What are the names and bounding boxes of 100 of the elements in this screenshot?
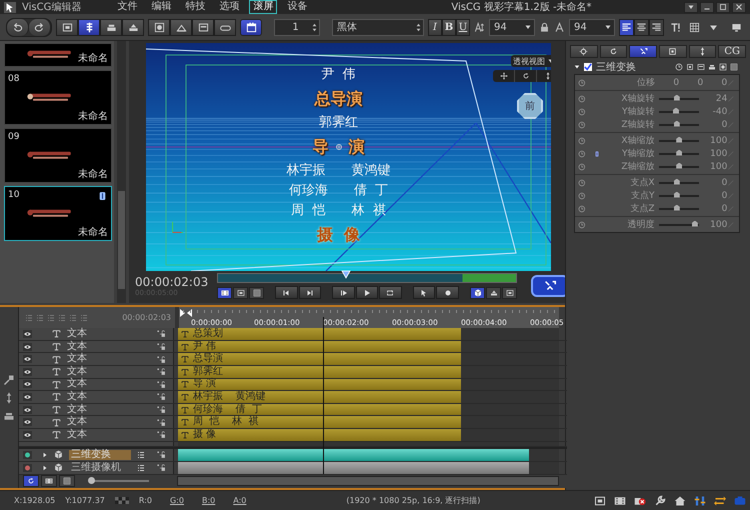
property-value[interactable]: 0 [655,78,680,88]
cursor-button[interactable] [412,286,436,299]
rotate-button[interactable] [515,70,537,82]
undo-button[interactable] [7,18,29,36]
text-clip[interactable]: 摄 像 [178,428,462,441]
stepper-arrows-icon[interactable] [416,22,421,32]
mode-button[interactable] [122,18,144,36]
circle-icon[interactable] [719,63,727,71]
clock-icon[interactable] [675,63,683,71]
mode-button[interactable] [56,18,78,36]
scroll-bar[interactable] [117,41,126,303]
timeline-view-button[interactable] [59,475,75,488]
wrench-icon[interactable] [654,494,666,506]
property-value[interactable]: 0 [698,190,728,200]
loop-button[interactable] [379,286,402,299]
transform-clip[interactable] [178,448,529,461]
calendar-button[interactable] [240,18,262,36]
property-value[interactable]: 100 [698,136,728,146]
slider-thumb[interactable] [676,150,682,156]
keyframe-icon[interactable] [578,120,586,128]
record-button[interactable] [436,286,459,299]
playhead-line[interactable] [323,317,324,474]
cg-tab[interactable]: CG [718,45,746,58]
track-tool-icon[interactable] [25,314,33,322]
lock-icon[interactable] [155,450,167,460]
horizontal-scroll-bar[interactable] [177,476,559,486]
text-clip[interactable]: 何珍海 倩 丁 [178,404,462,416]
pan-button[interactable] [493,70,515,82]
track-tool-icon[interactable] [47,314,55,322]
slider-thumb[interactable] [674,192,680,198]
slider-thumb[interactable] [692,220,698,226]
lock-icon[interactable] [155,418,167,427]
property-value[interactable]: 0 [698,204,728,214]
menu-item[interactable]: 选项 [215,0,244,14]
char-width-dropdown[interactable]: 94 [569,18,615,36]
list-icon[interactable] [137,450,145,459]
lock-icon[interactable] [155,354,167,364]
lock-icon[interactable] [155,380,167,389]
grid-icon[interactable] [730,63,738,71]
visibility-icon[interactable] [23,368,32,376]
lock-icon[interactable] [155,392,167,402]
lock-icon[interactable] [155,367,167,376]
slider-thumb[interactable] [674,94,680,100]
minimize-button[interactable] [700,2,714,12]
object-button[interactable] [148,18,170,36]
slider-thumb[interactable] [672,108,679,114]
property-value[interactable]: 100 [698,220,728,230]
rotate-tab[interactable] [600,45,628,58]
play-button[interactable] [356,286,378,299]
object-button[interactable] [192,18,214,36]
text-clip[interactable]: 郭霁红 [178,366,462,378]
mode-button[interactable] [78,18,100,36]
property-value[interactable]: 100 [698,162,728,172]
align-button[interactable] [649,18,664,36]
previous-button[interactable] [275,286,298,299]
visibility-icon[interactable] [23,430,32,439]
layer-dot-icon[interactable] [23,450,32,459]
object-button[interactable] [170,18,192,36]
collapse-button[interactable] [684,2,698,12]
property-value[interactable]: 24 [698,94,728,104]
redo-button[interactable] [29,18,51,36]
zoom-slider-thumb[interactable] [88,477,95,484]
text-clip[interactable]: 尹 伟 [178,340,462,352]
visibility-icon[interactable] [23,418,32,426]
keyframe-icon[interactable] [578,162,586,170]
keyframe-icon[interactable] [578,220,586,228]
checkbox[interactable] [584,63,592,71]
visibility-icon[interactable] [23,406,32,414]
slider-thumb[interactable] [676,162,682,168]
view-size-button[interactable] [233,286,248,298]
step-button[interactable] [332,286,355,299]
track-tool-icon[interactable] [36,314,44,322]
camera-clip[interactable] [178,462,529,474]
property-value[interactable]: -40 [698,106,728,116]
menu-item[interactable]: 编辑 [147,0,176,14]
property-value[interactable]: 0 [703,78,728,88]
slider-thumb[interactable] [676,136,682,142]
frame-icon[interactable] [697,63,705,71]
keyframe-icon[interactable] [578,192,586,200]
collapse-arrow-icon[interactable] [574,64,580,70]
caret-icon[interactable] [524,23,532,31]
text-clip[interactable]: 总策划 [178,328,462,340]
track-tool-icon[interactable] [80,314,88,322]
maximize-button[interactable] [716,2,730,12]
anchor-point-icon[interactable] [334,143,342,151]
picture-button[interactable] [502,286,518,298]
tools-icon[interactable] [3,374,15,386]
close-button[interactable] [732,2,746,12]
view-size-button[interactable] [249,286,264,298]
keyframe-icon[interactable] [578,150,586,158]
visibility-icon[interactable] [23,330,32,338]
template-thumbnail[interactable]: 08 未命名 [4,70,112,125]
menu-item[interactable]: 文件 [113,0,142,14]
slider-thumb[interactable] [674,178,680,184]
font-dropdown[interactable]: 黑体 [332,18,424,36]
transform-tab[interactable] [629,45,658,58]
camera-dot-icon[interactable] [23,464,32,472]
layer-spinner[interactable]: 1 [274,18,320,36]
layers-button[interactable] [486,286,502,298]
keyframe-icon[interactable] [578,78,586,86]
